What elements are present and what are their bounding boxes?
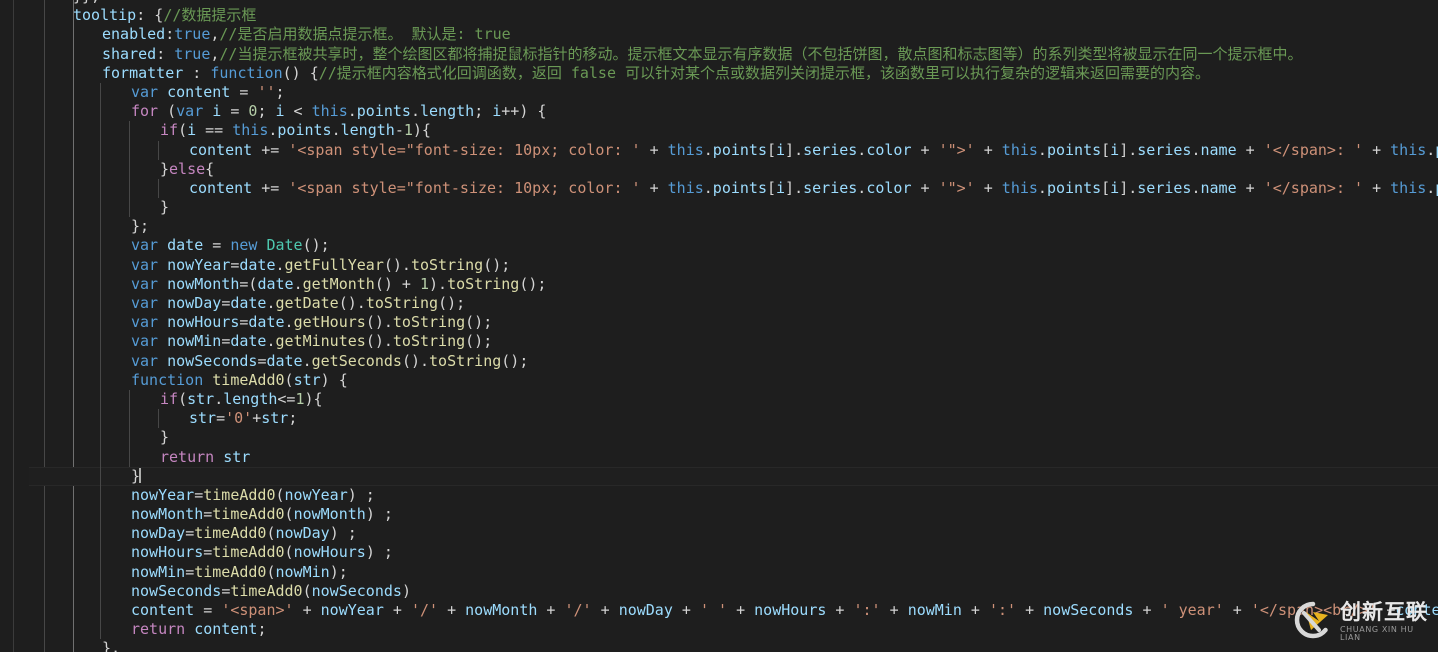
code-line-text: var nowMonth=(date.getMonth() + 1).toStr…: [0, 275, 1438, 294]
code-line[interactable]: enabled:true,//是否启用数据点提示框。 默认是: true: [0, 25, 1438, 44]
code-line[interactable]: content += '<span style="font-size: 10px…: [0, 141, 1438, 160]
code-line[interactable]: formatter : function() {//提示框内容格式化回调函数，返…: [0, 64, 1438, 83]
code-line-text: var nowSeconds=date.getSeconds().toStrin…: [0, 352, 1438, 371]
code-line-text: content += '<span style="font-size: 10px…: [0, 141, 1438, 160]
code-line-text: nowDay=timeAdd0(nowDay) ;: [0, 524, 1438, 543]
code-line[interactable]: }: [0, 198, 1438, 217]
code-line[interactable]: shared: true,//当提示框被共享时，整个绘图区都将捕捉鼠标指针的移动…: [0, 45, 1438, 64]
code-line-text: nowMonth=timeAdd0(nowMonth) ;: [0, 505, 1438, 524]
code-line-text: var nowMin=date.getMinutes().toString();: [0, 332, 1438, 351]
watermark-title-cn: 创新互联: [1340, 602, 1430, 623]
code-line-text: var nowHours=date.getHours().toString();: [0, 313, 1438, 332]
code-line[interactable]: nowMin=timeAdd0(nowMin);: [0, 563, 1438, 582]
watermark-text: 创新互联 CHUANG XIN HU LIAN: [1340, 602, 1430, 642]
code-line[interactable]: nowYear=timeAdd0(nowYear) ;: [0, 486, 1438, 505]
code-line-text: };: [0, 217, 1438, 236]
code-line[interactable]: var nowSeconds=date.getSeconds().toStrin…: [0, 352, 1438, 371]
code-line-text: var content = '';: [0, 83, 1438, 102]
code-line[interactable]: nowSeconds=timeAdd0(nowSeconds): [0, 582, 1438, 601]
code-line-text: enabled:true,//是否启用数据点提示框。 默认是: true: [0, 25, 1438, 44]
code-line-text: }: [0, 198, 1438, 217]
code-line-text: for (var i = 0; i < this.points.length; …: [0, 102, 1438, 121]
code-line-text: str='0'+str;: [0, 409, 1438, 428]
code-line[interactable]: if(str.length<=1){: [0, 390, 1438, 409]
code-line[interactable]: };: [0, 217, 1438, 236]
code-line[interactable]: var content = '';: [0, 83, 1438, 102]
code-line[interactable]: var nowDay=date.getDate().toString();: [0, 294, 1438, 313]
code-line[interactable]: var nowHours=date.getHours().toString();: [0, 313, 1438, 332]
code-line-text: if(str.length<=1){: [0, 390, 1438, 409]
watermark-mark-icon: [1288, 600, 1334, 644]
code-line-text: function timeAdd0(str) {: [0, 371, 1438, 390]
code-line[interactable]: if(i == this.points.length-1){: [0, 121, 1438, 140]
code-line[interactable]: nowMonth=timeAdd0(nowMonth) ;: [0, 505, 1438, 524]
code-line-text: var nowYear=date.getFullYear().toString(…: [0, 256, 1438, 275]
code-line-text: return str: [0, 448, 1438, 467]
watermark-title-pinyin: CHUANG XIN HU LIAN: [1340, 626, 1430, 642]
code-line-text: tooltip: {//数据提示框: [0, 6, 1438, 25]
code-line-text: nowYear=timeAdd0(nowYear) ;: [0, 486, 1438, 505]
code-line-text: }: [0, 467, 1438, 486]
code-line-text: }else{: [0, 160, 1438, 179]
code-line-text: }: [0, 428, 1438, 447]
watermark-logo: 创新互联 CHUANG XIN HU LIAN: [1288, 596, 1430, 648]
code-line[interactable]: str='0'+str;: [0, 409, 1438, 428]
code-line-text: if(i == this.points.length-1){: [0, 121, 1438, 140]
code-line-text: shared: true,//当提示框被共享时，整个绘图区都将捕捉鼠标指针的移动…: [0, 45, 1438, 64]
code-line[interactable]: var nowMin=date.getMinutes().toString();: [0, 332, 1438, 351]
code-line-text: content += '<span style="font-size: 10px…: [0, 179, 1438, 198]
code-line-text: nowSeconds=timeAdd0(nowSeconds): [0, 582, 1438, 601]
code-line[interactable]: var nowYear=date.getFullYear().toString(…: [0, 256, 1438, 275]
code-line-text: return content;: [0, 620, 1438, 639]
code-line-text: var nowDay=date.getDate().toString();: [0, 294, 1438, 313]
code-line-text: nowHours=timeAdd0(nowHours) ;: [0, 543, 1438, 562]
code-line-text: var date = new Date();: [0, 236, 1438, 255]
code-line-text: content = '<span>' + nowYear + '/' + now…: [0, 601, 1438, 620]
code-line[interactable]: tooltip: {//数据提示框: [0, 6, 1438, 25]
code-editor[interactable]: }}, tooltip: {//数据提示框enabled:true,//是否启用数…: [0, 0, 1438, 652]
code-line[interactable]: content += '<span style="font-size: 10px…: [0, 179, 1438, 198]
code-line[interactable]: var nowMonth=(date.getMonth() + 1).toStr…: [0, 275, 1438, 294]
code-line[interactable]: return content;: [0, 620, 1438, 639]
code-line[interactable]: },: [0, 639, 1438, 652]
code-line[interactable]: }: [0, 428, 1438, 447]
code-line[interactable]: var date = new Date();: [0, 236, 1438, 255]
code-line[interactable]: function timeAdd0(str) {: [0, 371, 1438, 390]
code-line-text: formatter : function() {//提示框内容格式化回调函数，返…: [0, 64, 1438, 83]
code-lines[interactable]: }},tooltip: {//数据提示框enabled:true,//是否启用数…: [0, 0, 1438, 639]
code-line[interactable]: nowHours=timeAdd0(nowHours) ;: [0, 543, 1438, 562]
code-line[interactable]: }: [0, 467, 1438, 486]
text-caret: [139, 468, 141, 483]
code-line[interactable]: return str: [0, 448, 1438, 467]
code-line-text: nowMin=timeAdd0(nowMin);: [0, 563, 1438, 582]
code-line[interactable]: for (var i = 0; i < this.points.length; …: [0, 102, 1438, 121]
code-line-text: },: [0, 639, 1438, 652]
code-line[interactable]: nowDay=timeAdd0(nowDay) ;: [0, 524, 1438, 543]
code-line[interactable]: }else{: [0, 160, 1438, 179]
code-line[interactable]: content = '<span>' + nowYear + '/' + now…: [0, 601, 1438, 620]
